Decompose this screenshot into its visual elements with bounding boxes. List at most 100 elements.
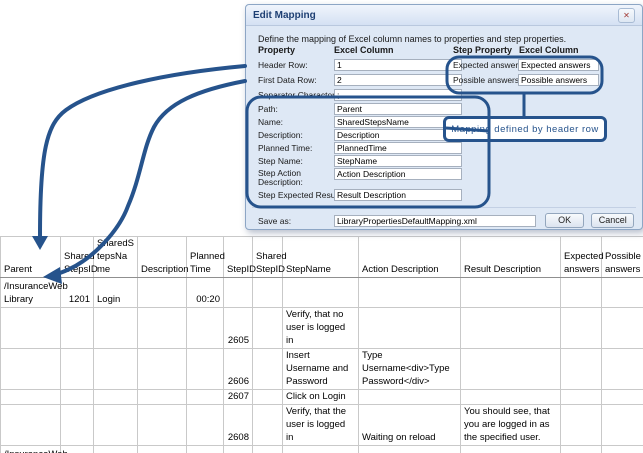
save-as-input[interactable] <box>334 215 536 227</box>
table-cell[interactable] <box>61 390 94 405</box>
column-header[interactable]: Parent <box>1 237 61 278</box>
table-cell[interactable] <box>1 349 61 390</box>
table-cell[interactable] <box>61 308 94 349</box>
table-cell[interactable]: 2608 <box>224 405 253 446</box>
path-input[interactable] <box>334 103 462 115</box>
table-cell[interactable] <box>283 446 359 453</box>
table-cell[interactable] <box>1 390 61 405</box>
table-cell[interactable] <box>561 390 602 405</box>
step-property-fields: Expected answers:Possible answers: <box>453 59 599 89</box>
table-cell[interactable] <box>602 308 643 349</box>
table-cell[interactable] <box>461 308 561 349</box>
table-cell[interactable] <box>61 349 94 390</box>
table-cell[interactable] <box>561 349 602 390</box>
table-cell[interactable] <box>253 446 283 453</box>
column-header[interactable]: Expected answers <box>561 237 602 278</box>
table-cell[interactable] <box>138 405 187 446</box>
table-cell[interactable] <box>253 278 283 308</box>
grid-body: /InsuranceWeb Library1201Login00:202605V… <box>1 278 643 453</box>
table-cell[interactable] <box>61 405 94 446</box>
table-cell[interactable]: 2606 <box>224 349 253 390</box>
table-cell[interactable] <box>359 308 461 349</box>
table-cell[interactable] <box>602 349 643 390</box>
table-cell[interactable] <box>94 349 138 390</box>
table-cell[interactable] <box>187 308 224 349</box>
column-header[interactable]: StepName <box>283 237 359 278</box>
table-cell[interactable] <box>138 446 187 453</box>
table-cell[interactable]: 2605 <box>224 308 253 349</box>
separator-characters-input[interactable] <box>334 89 462 101</box>
table-cell[interactable] <box>94 390 138 405</box>
column-header[interactable]: Possible answers <box>602 237 643 278</box>
table-cell[interactable]: Verify, that the user is logged in <box>283 405 359 446</box>
possible-answers-input[interactable] <box>518 74 599 86</box>
column-header[interactable]: Result Description <box>461 237 561 278</box>
table-cell[interactable] <box>224 446 253 453</box>
table-cell[interactable] <box>602 390 643 405</box>
table-cell[interactable] <box>561 308 602 349</box>
table-cell[interactable] <box>253 405 283 446</box>
table-cell[interactable] <box>359 446 461 453</box>
ok-button[interactable]: OK <box>545 213 585 228</box>
first-data-row-input[interactable] <box>334 74 462 86</box>
step-expected-result-input[interactable] <box>334 189 462 201</box>
table-cell[interactable]: You should see, that you are logged in a… <box>461 405 561 446</box>
table-cell[interactable] <box>253 390 283 405</box>
table-cell[interactable]: /InsuranceWeb Library <box>1 446 61 453</box>
table-cell[interactable] <box>461 349 561 390</box>
column-header[interactable]: Planned Time <box>187 237 224 278</box>
dialog-title-bar[interactable]: Edit Mapping ✕ <box>246 5 642 26</box>
table-cell[interactable] <box>461 446 561 453</box>
table-cell[interactable]: Click on Login <box>283 390 359 405</box>
table-cell[interactable]: 00:20 <box>187 278 224 308</box>
table-cell[interactable] <box>602 446 643 453</box>
table-cell[interactable] <box>602 405 643 446</box>
table-cell[interactable] <box>561 446 602 453</box>
table-cell[interactable] <box>561 278 602 308</box>
header-row-input[interactable] <box>334 59 462 71</box>
table-cell[interactable] <box>138 278 187 308</box>
table-cell[interactable] <box>94 405 138 446</box>
table-cell[interactable]: 2607 <box>224 390 253 405</box>
table-cell[interactable]: /InsuranceWeb Library <box>1 278 61 308</box>
table-cell[interactable]: 00:10 <box>187 446 224 453</box>
column-header[interactable]: Shared StepID <box>253 237 283 278</box>
column-header[interactable]: SharedStepsName <box>94 237 138 278</box>
table-cell[interactable] <box>461 278 561 308</box>
table-cell[interactable] <box>1 308 61 349</box>
column-header[interactable]: Action Description <box>359 237 461 278</box>
table-cell[interactable] <box>461 390 561 405</box>
table-cell[interactable]: Waiting on reload <box>359 405 461 446</box>
table-cell[interactable] <box>253 349 283 390</box>
table-cell[interactable] <box>359 390 461 405</box>
close-button[interactable]: ✕ <box>618 8 635 23</box>
table-cell[interactable]: Verify, that no user is logged in <box>283 308 359 349</box>
column-header[interactable]: StepID <box>224 237 253 278</box>
table-cell[interactable]: Logout <box>94 446 138 453</box>
table-cell[interactable] <box>224 278 253 308</box>
table-cell[interactable]: Type Username<div>Type Password</div> <box>359 349 461 390</box>
table-cell[interactable] <box>187 405 224 446</box>
table-cell[interactable] <box>138 349 187 390</box>
planned-time-input[interactable] <box>334 142 462 154</box>
table-cell[interactable] <box>187 390 224 405</box>
table-cell[interactable]: Login <box>94 278 138 308</box>
table-cell[interactable]: Insert Username and Password <box>283 349 359 390</box>
step-name-input[interactable] <box>334 155 462 167</box>
step-property-column-header: Step Property <box>453 45 512 55</box>
table-cell[interactable] <box>602 278 643 308</box>
table-cell[interactable] <box>94 308 138 349</box>
table-cell[interactable] <box>138 390 187 405</box>
table-cell[interactable] <box>283 278 359 308</box>
table-cell[interactable] <box>561 405 602 446</box>
step-action-description-input[interactable] <box>334 168 462 180</box>
column-header[interactable]: Shared StepsID <box>61 237 94 278</box>
column-header[interactable]: Description <box>138 237 187 278</box>
table-cell[interactable] <box>1 405 61 446</box>
table-cell[interactable] <box>138 308 187 349</box>
table-cell[interactable] <box>253 308 283 349</box>
table-cell[interactable] <box>359 278 461 308</box>
table-cell[interactable] <box>187 349 224 390</box>
cancel-button[interactable]: Cancel <box>591 213 634 228</box>
expected-answers-input[interactable] <box>518 59 599 71</box>
